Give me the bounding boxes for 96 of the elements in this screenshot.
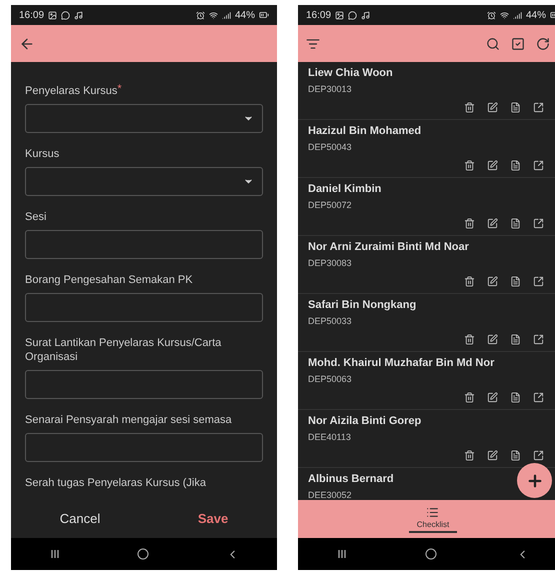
open-icon[interactable] [533, 392, 544, 403]
edit-icon[interactable] [487, 334, 498, 345]
person-code: DEP50063 [308, 373, 353, 386]
field-label: Borang Pengesahan Semakan PK [25, 273, 193, 287]
person-name: Albinus Bernard [308, 472, 394, 486]
person-name: Nor Aizila Binti Gorep [308, 414, 422, 428]
delete-icon[interactable] [464, 392, 475, 403]
edit-icon[interactable] [487, 102, 498, 113]
open-icon[interactable] [533, 276, 544, 287]
edit-icon[interactable] [487, 392, 498, 403]
checkbox-icon[interactable] [511, 36, 525, 50]
field-label: Kursus [25, 147, 60, 161]
battery-percent: 44% [526, 8, 546, 22]
checklist-tab[interactable]: Checklist [408, 506, 458, 532]
document-icon[interactable] [510, 102, 521, 113]
delete-icon[interactable] [464, 102, 475, 113]
menu-icon[interactable] [306, 36, 320, 50]
input-field[interactable] [25, 370, 263, 399]
person-code: DEP50033 [308, 315, 353, 328]
input-field[interactable] [25, 293, 263, 322]
list-item[interactable]: Safari Bin Nongkang DEP50033 [298, 294, 555, 352]
open-icon[interactable] [533, 102, 544, 113]
wifi-icon [208, 10, 218, 20]
gallery-icon [48, 10, 58, 20]
person-code: DEP30083 [308, 257, 353, 270]
signal-icon [512, 10, 522, 20]
person-code: DEP50043 [308, 141, 353, 154]
save-button[interactable]: Save [186, 505, 240, 533]
status-time: 16:09 [19, 8, 44, 22]
list-item[interactable]: Hazizul Bin Mohamed DEP50043 [298, 120, 555, 178]
signal-icon [222, 10, 231, 20]
chat-icon [348, 10, 358, 20]
dropdown-field[interactable] [25, 167, 263, 196]
alarm-icon [486, 10, 496, 20]
list-item[interactable]: Nor Arni Zuraimi Binti Md Noar DEP30083 [298, 236, 555, 294]
field-label: Penyelaras Kursus [25, 84, 118, 98]
input-field[interactable] [25, 230, 263, 259]
list-icon [426, 506, 440, 518]
search-icon[interactable] [486, 36, 500, 50]
home-icon[interactable] [425, 548, 438, 560]
person-name: Nor Arni Zuraimi Binti Md Noar [308, 240, 469, 254]
open-icon[interactable] [533, 160, 544, 171]
person-name: Liew Chia Woon [308, 66, 393, 80]
person-name: Daniel Kimbin [308, 182, 382, 196]
edit-icon[interactable] [487, 160, 498, 171]
document-icon[interactable] [510, 392, 521, 403]
document-icon[interactable] [510, 334, 521, 345]
list-item[interactable]: Daniel Kimbin DEP50072 [298, 178, 555, 236]
input-field[interactable] [25, 433, 263, 462]
person-code: DEE40113 [308, 431, 352, 444]
alarm-icon [196, 10, 205, 20]
person-code: DEP50072 [308, 199, 353, 212]
document-icon[interactable] [510, 160, 521, 171]
document-icon[interactable] [510, 450, 521, 461]
field-label: Serah tugas Penyelaras Kursus (Jika [25, 476, 206, 490]
edit-icon[interactable] [487, 218, 498, 229]
wifi-icon [500, 10, 509, 20]
dropdown-field[interactable] [25, 104, 263, 133]
field-label: Surat Lantikan Penyelaras Kursus/Carta Organisasi [25, 336, 222, 364]
delete-icon[interactable] [464, 450, 475, 461]
battery-percent: 44% [234, 8, 255, 22]
open-icon[interactable] [533, 334, 544, 345]
cancel-button[interactable]: Cancel [48, 505, 112, 533]
recent-apps-icon[interactable] [337, 549, 348, 559]
status-time: 16:09 [306, 8, 332, 22]
edit-icon[interactable] [487, 276, 498, 287]
add-button[interactable] [517, 463, 552, 498]
required-asterisk: * [117, 84, 122, 94]
open-icon[interactable] [533, 218, 544, 229]
delete-icon[interactable] [464, 276, 475, 287]
tab-label: Checklist [416, 518, 450, 530]
recent-apps-icon[interactable] [50, 549, 60, 559]
open-icon[interactable] [533, 450, 544, 461]
document-icon[interactable] [510, 276, 521, 287]
field-label: Senarai Pensyarah mengajar sesi semasa [25, 413, 232, 427]
edit-icon[interactable] [487, 450, 498, 461]
delete-icon[interactable] [464, 334, 475, 345]
music-note-icon [74, 10, 84, 20]
person-code: DEE30052 [308, 489, 353, 500]
delete-icon[interactable] [464, 160, 475, 171]
battery-icon [259, 10, 269, 20]
list-item[interactable]: Mohd. Khairul Muzhafar Bin Md Nor DEP50063 [298, 352, 555, 410]
plus-icon [526, 472, 544, 490]
field-label: Sesi [25, 210, 46, 224]
home-icon[interactable] [136, 548, 148, 560]
person-name: Safari Bin Nongkang [308, 298, 416, 312]
document-icon[interactable] [510, 218, 521, 229]
gallery-icon [335, 10, 344, 20]
delete-icon[interactable] [464, 218, 475, 229]
chat-icon [61, 10, 70, 20]
refresh-icon[interactable] [536, 36, 550, 50]
person-code: DEP30013 [308, 83, 353, 96]
person-name: Hazizul Bin Mohamed [308, 124, 422, 138]
music-note-icon [361, 10, 370, 20]
person-name: Mohd. Khairul Muzhafar Bin Md Nor [308, 356, 494, 370]
list-item[interactable]: Liew Chia Woon DEP30013 [298, 62, 555, 120]
